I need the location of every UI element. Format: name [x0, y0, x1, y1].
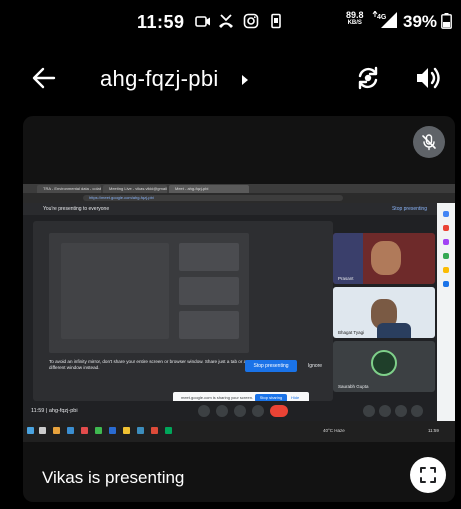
device-icon [271, 13, 281, 29]
mirror-inner-frame [49, 233, 249, 353]
network-speed-value: 89.8 [346, 10, 364, 20]
battery-icon [441, 13, 452, 29]
mirror-tile [179, 311, 239, 339]
presenting-banner-text: You're presenting to everyone [43, 206, 110, 212]
search-icon[interactable] [39, 427, 46, 434]
taskbar-app-icon[interactable] [95, 427, 102, 434]
taskbar-app-icon[interactable] [137, 427, 144, 434]
taskbar-app-icon[interactable] [53, 427, 60, 434]
taskbar-app-icon[interactable] [165, 427, 172, 434]
mirror-tile [179, 277, 239, 305]
back-arrow-icon[interactable] [30, 64, 58, 92]
taskbar-app-icon[interactable] [151, 427, 158, 434]
browser-tab[interactable]: TRA - Environmental data - colab [37, 185, 101, 193]
battery-percent: 39% [403, 12, 438, 31]
participant-shirt [377, 323, 411, 338]
app-bar: ahg-fqzj-pbi [0, 50, 461, 108]
participant-name: Prasant [338, 276, 354, 281]
status-bar: 11:59 89.8 KB/S 4G 39% [0, 0, 461, 40]
switch-camera-icon[interactable] [354, 64, 382, 92]
rail-icon[interactable] [443, 281, 449, 287]
mirror-tile [179, 243, 239, 271]
instagram-icon [243, 13, 259, 29]
participant-tile[interactable]: Prasant [333, 233, 435, 284]
share-popup-text: meet.google.com is sharing your screen. [181, 395, 254, 400]
browser-tab-active[interactable]: Meet - ahg-fqzj-pbi [169, 185, 249, 193]
stop-presenting-link[interactable]: Stop presenting [392, 206, 427, 212]
meeting-code[interactable]: ahg-fqzj-pbi [100, 66, 219, 92]
ignore-button[interactable]: Ignore [303, 360, 327, 372]
infinity-mirror-view: To avoid an infinity mirror, don't share… [33, 221, 333, 401]
windows-taskbar: 40°C Haze 11:59 [23, 421, 455, 442]
hang-up-button[interactable] [270, 405, 288, 417]
presenter-label: Vikas is presenting [42, 468, 185, 487]
shared-screen: TRA - Environmental data - colab Meeting… [23, 184, 455, 442]
captions-button[interactable] [234, 405, 246, 417]
network-type: 4G [377, 14, 387, 21]
participant-avatar [371, 350, 397, 376]
mic-off-icon [422, 134, 436, 151]
people-button[interactable] [379, 405, 391, 417]
fullscreen-button[interactable] [410, 457, 446, 493]
taskbar-app-icon[interactable] [123, 427, 130, 434]
volume-icon[interactable] [414, 64, 442, 92]
missed-call-icon [219, 14, 233, 28]
network-speed: 89.8 KB/S [346, 11, 364, 27]
infinity-warning-text: To avoid an infinity mirror, don't share… [49, 359, 247, 370]
taskbar-app-icon[interactable] [109, 427, 116, 434]
mute-badge [413, 126, 445, 158]
participant-name: Saurabh Gupta [338, 384, 369, 389]
stop-presenting-button[interactable]: Stop presenting [245, 360, 297, 372]
taskbar-app-icon[interactable] [81, 427, 88, 434]
taskbar-clock: 11:59 [428, 428, 439, 433]
browser-tab-bar: TRA - Environmental data - colab Meeting… [23, 184, 455, 193]
browser-url[interactable]: https://meet.google.com/ahg-fqzj-pbi [83, 195, 343, 201]
fullscreen-icon [420, 467, 436, 483]
presenting-banner: You're presenting to everyone Stop prese… [23, 203, 437, 215]
rail-icon[interactable] [443, 225, 449, 231]
signal-icon: 4G [372, 11, 397, 28]
participant-name: Bhagat Tyagi [338, 330, 365, 335]
video-camera-icon [195, 16, 210, 27]
browser-address-bar: https://meet.google.com/ahg-fqzj-pbi [23, 193, 455, 203]
mirror-tile [61, 243, 169, 339]
chat-button[interactable] [395, 405, 407, 417]
meet-control-bar: 11:59 | ahg-fqzj-pbi [23, 401, 437, 421]
camera-button[interactable] [216, 405, 228, 417]
info-button[interactable] [363, 405, 375, 417]
status-time: 11:59 [137, 12, 185, 32]
mic-button[interactable] [198, 405, 210, 417]
browser-tab[interactable]: Meeting Live - vikas.vikki@gmail [103, 185, 167, 193]
caret-right-icon[interactable] [240, 74, 250, 86]
participant-tile[interactable]: Saurabh Gupta [333, 341, 435, 392]
start-icon[interactable] [27, 427, 34, 434]
taskbar-weather: 40°C Haze [323, 428, 345, 433]
present-button[interactable] [252, 405, 264, 417]
participant-photo [371, 241, 401, 275]
participant-tile[interactable]: Bhagat Tyagi [333, 287, 435, 338]
network-speed-unit: KB/S [347, 20, 362, 26]
rail-icon[interactable] [443, 211, 449, 217]
meet-time-code: 11:59 | ahg-fqzj-pbi [31, 408, 78, 414]
hide-button[interactable]: Hide [291, 395, 299, 400]
rail-icon[interactable] [443, 253, 449, 259]
rail-icon[interactable] [443, 239, 449, 245]
taskbar-app-icon[interactable] [67, 427, 74, 434]
presentation-stage[interactable]: TRA - Environmental data - colab Meeting… [23, 116, 455, 502]
browser-side-rail [437, 203, 455, 421]
activities-button[interactable] [411, 405, 423, 417]
rail-icon[interactable] [443, 267, 449, 273]
